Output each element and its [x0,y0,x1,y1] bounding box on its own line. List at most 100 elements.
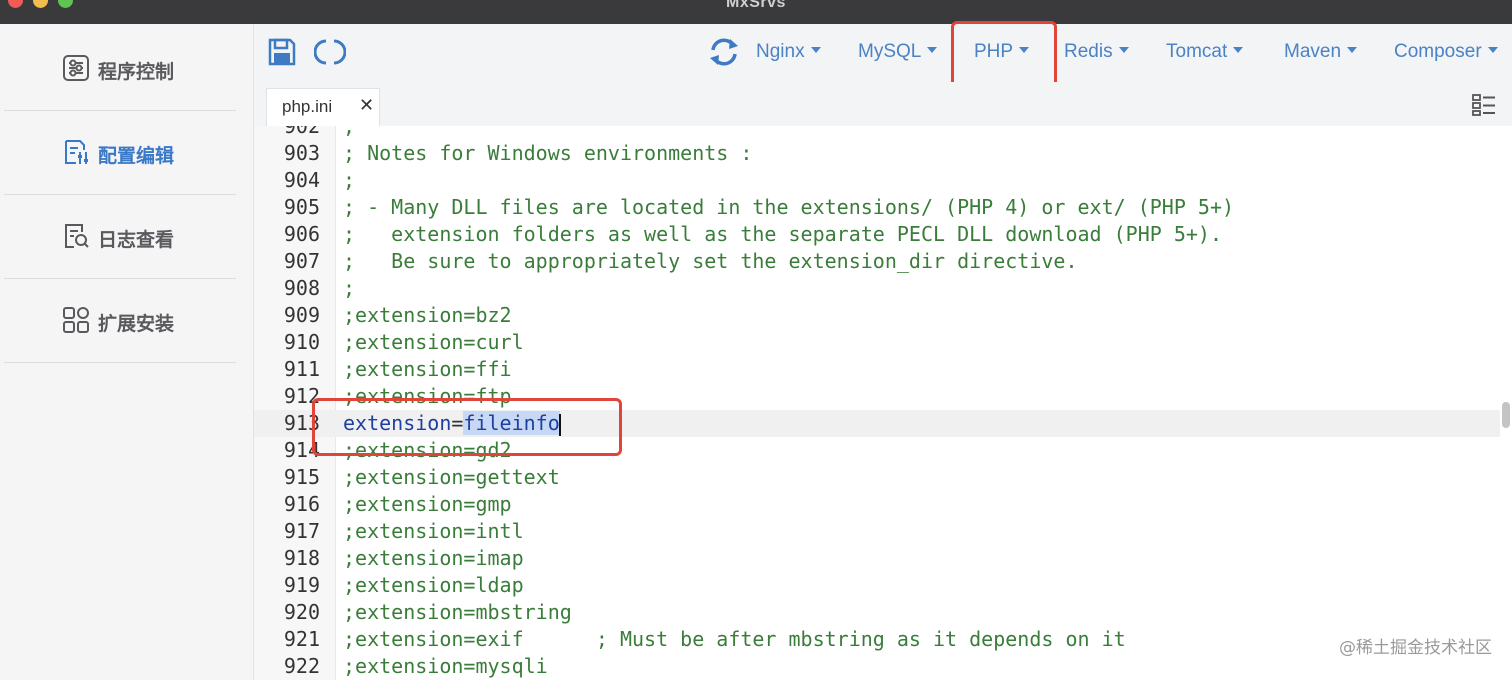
line-number: 908 [283,276,320,300]
code-line[interactable]: 915 ;extension=gettext [254,464,1500,491]
code-line[interactable]: 908; [254,275,1500,302]
title-bar: MxSrvs [0,0,1512,24]
menu-tomcat[interactable]: Tomcat [1166,41,1244,63]
line-number: 917 [283,519,320,543]
save-icon[interactable] [268,38,296,66]
selected-value: fileinfo [463,411,560,435]
close-icon[interactable]: ✕ [359,95,374,116]
line-number: 909 [283,303,320,327]
caret-down-icon [927,46,938,53]
menu-mysql[interactable]: MySQL [858,41,938,63]
code-line[interactable]: 921 ;extension=exif ; Must be after mbstr… [254,626,1500,653]
line-number: 919 [283,573,320,597]
menu-maven[interactable]: Maven [1284,41,1358,63]
menu-nginx[interactable]: Nginx [756,41,821,63]
code-text: ;extension=curl [343,330,524,354]
line-number: 918 [283,546,320,570]
refresh-icon[interactable] [708,37,740,67]
code-text: ; [343,276,356,300]
menu-php[interactable]: PHP [974,41,1030,63]
line-number: 914 [283,438,320,462]
line-number: 920 [283,600,320,624]
line-number: 916 [283,492,320,516]
sidebar-item-label: 扩展安装 [98,313,175,335]
code-line[interactable]: 907 ; Be sure to appropriately set the ex… [254,248,1500,275]
code-line[interactable]: 903 ; Notes for Windows environments : [254,140,1500,167]
code-line[interactable]: 905 ; - Many DLL files are located in the… [254,194,1500,221]
sidebar-item-label: 日志查看 [98,229,175,251]
code-text: ;extension=bz2 [343,303,512,327]
caret-down-icon [1487,46,1498,53]
code-editor[interactable]: 902; 903; Notes for Windows environments … [254,126,1512,680]
menu-redis[interactable]: Redis [1064,41,1129,63]
code-text: ; [343,126,356,138]
sidebar-item-program-control[interactable]: 程序控制 [4,26,236,111]
line-number: 906 [283,222,320,246]
code-line[interactable]: 917 ;extension=intl [254,518,1500,545]
toolbar: Nginx MySQL PHP Redis Tomcat Maven Compo… [254,24,1512,83]
line-number: 921 [283,627,320,651]
sidebar-item-config-edit[interactable]: 配置编辑 [4,110,236,195]
code-text: ;extension=intl [343,519,524,543]
code-text: ;extension=mbstring [343,600,572,624]
code-text: ;extension=ffi [343,357,512,381]
caret-down-icon [810,46,821,53]
code-text: ; Be sure to appropriately set the exten… [343,249,1078,273]
caret-down-icon [1118,46,1129,53]
sliders-icon [63,55,89,81]
line-number: 907 [283,249,320,273]
code-text: ; extension folders as well as the separ… [343,222,1222,246]
text-cursor [558,413,561,436]
code-text: ;extension=gmp [343,492,512,516]
tab-label: php.ini [282,97,333,116]
list-layout-icon[interactable] [1472,94,1496,116]
tab-strip: php.ini ✕ [254,82,1512,127]
config-edit-icon [65,140,88,164]
equals-sign: = [451,411,464,435]
code-line[interactable]: 906 ; extension folders as well as the se… [254,221,1500,248]
tab-php-ini[interactable]: php.ini ✕ [266,88,380,127]
apps-grid-icon [63,307,89,333]
watermark: @稀土掘金技术社区 [1339,638,1492,658]
sidebar: 程序控制 配置编辑 日志查看 扩展安装 [0,24,254,680]
sidebar-item-label: 程序控制 [98,61,175,83]
directive-key: extension [343,411,452,435]
line-number: 922 [283,654,320,678]
menu-composer[interactable]: Composer [1394,41,1498,63]
code-line[interactable]: 914 ;extension=gd2 [254,437,1500,464]
line-number: 904 [283,168,320,192]
log-search-icon [65,224,89,248]
line-number: 913 [283,411,320,435]
code-line[interactable]: 909 ;extension=bz2 [254,302,1500,329]
code-text: ;extension=gd2 [343,438,512,462]
code-line[interactable]: 916 ;extension=gmp [254,491,1500,518]
code-line[interactable]: 920 ;extension=mbstring [254,599,1500,626]
code-line[interactable]: 910 ;extension=curl [254,329,1500,356]
code-text: ;extension=imap [343,546,524,570]
code-text: ;extension=ldap [343,573,524,597]
reload-icon[interactable] [314,38,346,66]
caret-down-icon [1019,46,1030,53]
code-line[interactable]: 912 ;extension=ftp [254,383,1500,410]
line-number: 912 [283,384,320,408]
code-line[interactable]: 904; [254,167,1500,194]
code-text: ;extension=mysqli [343,654,548,678]
sidebar-item-extensions[interactable]: 扩展安装 [4,278,236,363]
window-title: MxSrvs [726,0,786,11]
code-text: ;extension=ftp [343,384,512,408]
caret-down-icon [1347,46,1358,53]
line-number: 910 [283,330,320,354]
code-line[interactable]: 922 ;extension=mysqli [254,653,1500,680]
code-line[interactable]: 913 extension=fileinfo [254,410,1500,437]
sidebar-item-log-view[interactable]: 日志查看 [4,194,236,279]
code-line[interactable]: 918 ;extension=imap [254,545,1500,572]
code-line[interactable]: 919 ;extension=ldap [254,572,1500,599]
code-text: ; - Many DLL files are located in the ex… [343,195,1235,219]
code-line[interactable]: 902; [254,126,1500,140]
code-line[interactable]: 911 ;extension=ffi [254,356,1500,383]
caret-down-icon [1233,46,1244,53]
line-number: 915 [283,465,320,489]
code-text: ;extension=gettext [343,465,560,489]
vertical-scrollbar[interactable] [1502,402,1510,428]
code-text: ; [343,168,356,192]
